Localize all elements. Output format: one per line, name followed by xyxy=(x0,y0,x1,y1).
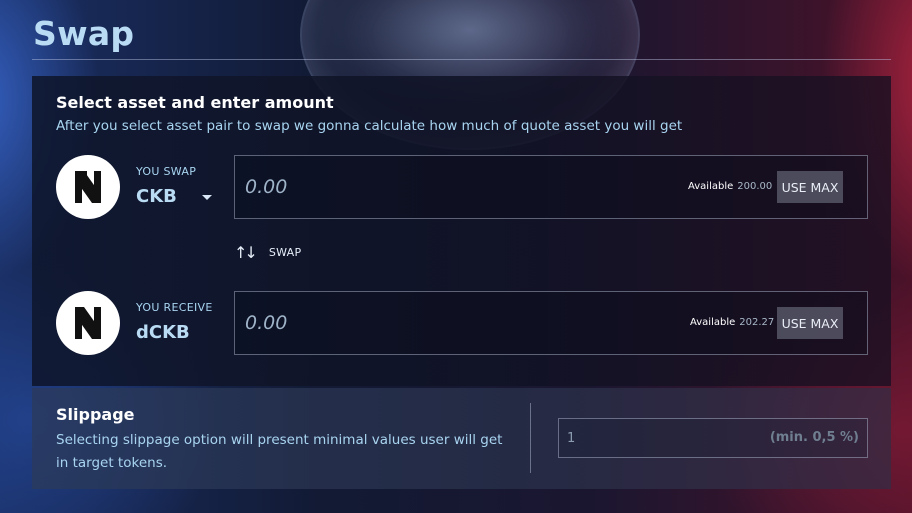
to-available: Available 202.27 xyxy=(690,317,774,328)
from-amount-box: Available200.00 USE MAX xyxy=(234,155,868,219)
from-available-label: Available xyxy=(688,181,734,192)
to-amount-box: Available202.27 USE MAX xyxy=(234,291,868,355)
slippage-box: (min. 0,5 %) xyxy=(558,418,868,458)
slippage-heading: Slippage xyxy=(56,405,135,424)
slippage-divider xyxy=(530,403,531,473)
to-available-value: 202.27 xyxy=(739,317,775,328)
to-amount-input[interactable] xyxy=(245,308,545,338)
to-available-label: Available xyxy=(690,317,736,328)
slippage-description: Selecting slippage option will present m… xyxy=(56,432,503,471)
swap-label: SWAP xyxy=(268,245,302,259)
slippage-panel: Slippage Selecting slippage option will … xyxy=(32,388,891,489)
panel-subtitle: After you select asset pair to swap we g… xyxy=(56,118,683,134)
slippage-min-hint: (min. 0,5 %) xyxy=(769,430,859,445)
to-use-max-button[interactable]: USE MAX xyxy=(777,307,843,339)
nervos-logo-icon xyxy=(56,155,120,219)
page-title: Swap xyxy=(33,14,135,53)
to-caption: YOU RECEIVE xyxy=(136,301,213,314)
swap-direction-button[interactable]: ↑↓ SWAP xyxy=(234,242,301,262)
title-divider xyxy=(32,59,891,60)
from-amount-input[interactable] xyxy=(245,172,545,202)
nervos-logo-icon xyxy=(56,291,120,355)
panel-heading: Select asset and enter amount xyxy=(56,93,334,112)
to-token-name: dCKB xyxy=(136,322,190,343)
slippage-input[interactable] xyxy=(567,428,747,448)
from-available: Available 200.00 xyxy=(688,181,772,192)
from-use-max-button[interactable]: USE MAX xyxy=(777,171,843,203)
from-caption: YOU SWAP xyxy=(136,165,197,178)
swap-arrows-icon: ↑↓ xyxy=(234,242,258,262)
from-available-value: 200.00 xyxy=(737,181,773,192)
from-token-select[interactable]: CKB xyxy=(136,186,177,207)
swap-panel: Select asset and enter amount After you … xyxy=(32,76,891,386)
chevron-down-icon[interactable] xyxy=(202,195,212,200)
